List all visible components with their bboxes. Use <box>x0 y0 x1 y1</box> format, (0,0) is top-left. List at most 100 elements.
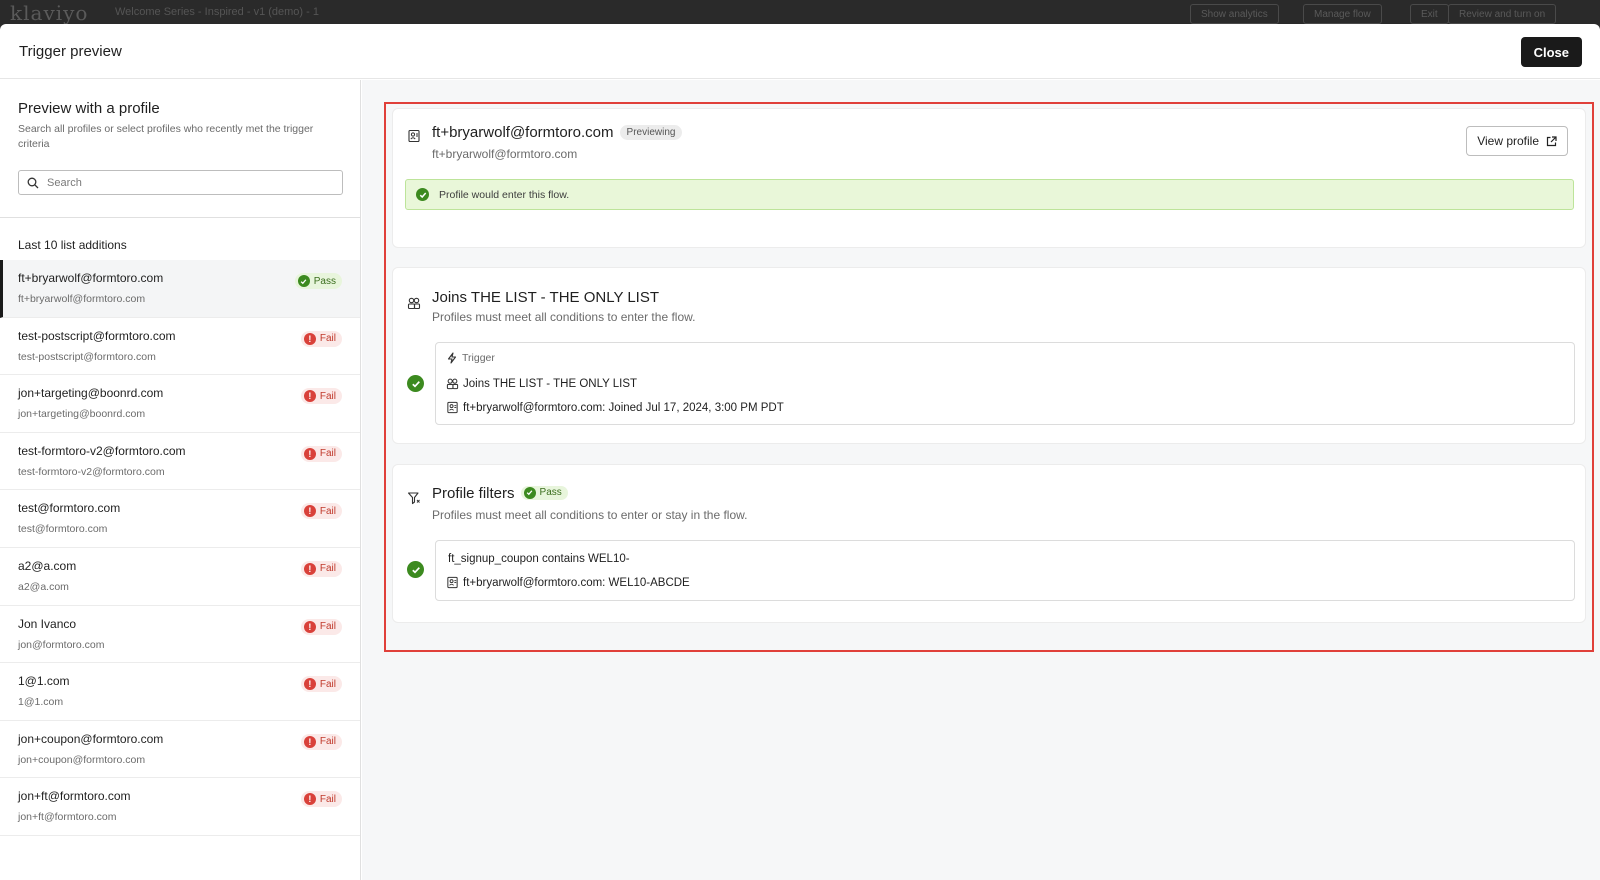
filter-icon <box>407 492 420 505</box>
status-text: Fail <box>319 563 336 575</box>
profile-filters-card: Profile filters Pass Profiles must meet a… <box>392 464 1586 623</box>
trigger-detail-row: ft+bryarwolf@formtoro.com: Joined Jul 17… <box>446 401 784 414</box>
review-turn-on-button: Review and turn on <box>1448 4 1557 24</box>
profile-list-item[interactable]: 1@1.com 1@1.com! Fail <box>0 663 360 721</box>
profile-email: test-formtoro-v2@formtoro.com <box>18 465 165 478</box>
search-input[interactable] <box>47 176 327 189</box>
profile-list-item[interactable]: test@formtoro.com test@formtoro.com! Fail <box>0 490 360 548</box>
status-badge: ! Fail <box>300 733 342 750</box>
profile-name: jon+ft@formtoro.com <box>18 789 131 804</box>
list-group-icon <box>446 378 459 390</box>
profile-email: jon+targeting@boonrd.com <box>18 408 146 421</box>
profile-email: jon@formtoro.com <box>18 638 105 651</box>
close-button[interactable]: Close <box>1520 37 1582 67</box>
app-logo: klaviyo <box>10 1 89 25</box>
list-additions-title: Last 10 list additions <box>18 238 127 252</box>
list-group-icon <box>407 297 421 310</box>
success-message: Profile would enter this flow. <box>439 188 570 201</box>
trigger-name: Joins THE LIST - THE ONLY LIST <box>463 377 638 390</box>
profile-email: test@formtoro.com <box>18 523 108 536</box>
profile-name: a2@a.com <box>18 558 77 573</box>
status-badge: ! Fail <box>300 676 342 693</box>
profile-list-item[interactable]: test-postscript@formtoro.com test-postscr… <box>0 318 360 376</box>
preview-profile-name: ft+bryarwolf@formtoro.com Previewing <box>432 124 683 141</box>
profile-email: 1@1.com <box>18 696 64 709</box>
trigger-card: Joins THE LIST - THE ONLY LIST Profiles … <box>392 267 1586 444</box>
trigger-detail-box: Trigger Joins THE LIST - THE ONLY LIST f… <box>435 342 1575 425</box>
profile-picker-subtitle: Search all profiles or select profiles w… <box>18 123 314 150</box>
profile-name: test-postscript@formtoro.com <box>18 328 176 343</box>
status-badge: ! Fail <box>300 791 342 808</box>
profile-email: test-postscript@formtoro.com <box>18 350 156 363</box>
profile-list-item[interactable]: ft+bryarwolf@formtoro.com ft+bryarwolf@fo… <box>0 260 360 318</box>
alert-circle-icon: ! <box>303 620 316 633</box>
view-profile-button[interactable]: View profile <box>1466 126 1568 156</box>
alert-circle-icon: ! <box>303 562 316 575</box>
profile-card: ft+bryarwolf@formtoro.com Previewing ft+b… <box>392 108 1586 248</box>
preview-pane: ft+bryarwolf@formtoro.com Previewing ft+b… <box>362 80 1600 880</box>
status-text: Fail <box>319 505 336 517</box>
profile-card-icon <box>408 129 420 143</box>
status-text: Pass <box>313 275 336 287</box>
status-badge: ! Fail <box>300 560 342 577</box>
filters-status-badge: Pass <box>520 485 568 500</box>
status-text: Fail <box>319 621 336 633</box>
profile-list: ft+bryarwolf@formtoro.com ft+bryarwolf@fo… <box>0 260 360 836</box>
profile-card-icon <box>447 401 458 414</box>
filters-title: Profile filters Pass <box>432 485 568 502</box>
filter-detail-box: ft_signup_coupon contains WEL10- ft+brya… <box>435 540 1575 601</box>
status-text: Fail <box>319 793 336 805</box>
check-circle-icon <box>416 188 429 201</box>
alert-circle-icon: ! <box>303 390 316 403</box>
profile-picker-header: Preview with a profile Search all profil… <box>0 80 360 218</box>
show-analytics-button: Show analytics <box>1190 4 1279 24</box>
status-badge: ! Fail <box>300 388 342 405</box>
modal-title: Trigger preview <box>19 43 122 60</box>
filter-detail: ft+bryarwolf@formtoro.com: WEL10-ABCDE <box>463 576 690 589</box>
profile-email: jon+ft@formtoro.com <box>18 811 117 824</box>
profile-list-item[interactable]: jon+targeting@boonrd.com jon+targeting@bo… <box>0 375 360 433</box>
search-box[interactable] <box>18 170 343 195</box>
status-badge: ! Fail <box>300 503 342 520</box>
previewing-tag: Previewing <box>619 125 683 140</box>
profile-email: ft+bryarwolf@formtoro.com <box>18 293 146 305</box>
trigger-section-title: Joins THE LIST - THE ONLY LIST <box>432 289 660 306</box>
exit-button: Exit <box>1410 4 1449 24</box>
profile-name: test-formtoro-v2@formtoro.com <box>18 443 186 458</box>
flow-title: Welcome Series - Inspired - v1 (demo) - … <box>115 6 319 18</box>
status-badge: ! Fail <box>300 330 342 347</box>
success-banner: Profile would enter this flow. <box>405 179 1574 210</box>
background-app-bar: klaviyo Welcome Series - Inspired - v1 (… <box>0 0 1600 25</box>
profile-name: 1@1.com <box>18 674 70 689</box>
profile-list-item[interactable]: a2@a.com a2@a.com! Fail <box>0 548 360 606</box>
check-circle-icon <box>297 275 310 287</box>
trigger-label-row: Trigger <box>446 352 495 364</box>
profile-list-item[interactable]: test-formtoro-v2@formtoro.com test-formto… <box>0 433 360 491</box>
external-link-icon <box>1546 135 1557 146</box>
alert-circle-icon: ! <box>303 505 316 518</box>
manage-flow-button: Manage flow <box>1303 4 1382 24</box>
check-circle-icon <box>523 486 536 499</box>
profile-list-item[interactable]: jon+ft@formtoro.com jon+ft@formtoro.com ! F… <box>0 778 360 836</box>
status-badge: ! Fail <box>300 445 342 462</box>
status-text: Fail <box>319 736 336 748</box>
view-profile-label: View profile <box>1477 134 1539 148</box>
alert-circle-icon: ! <box>303 447 316 460</box>
profile-list-item[interactable]: jon+coupon@formtoro.com jon+coupon@formto… <box>0 721 360 779</box>
filter-detail-row: ft+bryarwolf@formtoro.com: WEL10-ABCDE <box>446 576 690 589</box>
profile-list-item[interactable]: Jon Ivanco jon@formtoro.com! Fail <box>0 606 360 664</box>
trigger-check-icon <box>407 375 424 392</box>
alert-circle-icon: ! <box>303 332 316 345</box>
filters-subtitle: Profiles must meet all conditions to ent… <box>432 508 748 522</box>
profile-picker-pane: Preview with a profile Search all profil… <box>0 80 361 880</box>
status-text: Fail <box>319 448 336 460</box>
filter-check-icon <box>407 561 424 578</box>
filters-status-text: Pass <box>539 487 562 498</box>
trigger-preview-modal: Trigger preview Close Preview with a pro… <box>0 24 1600 880</box>
status-text: Fail <box>319 678 336 690</box>
alert-circle-icon: ! <box>303 678 316 691</box>
trigger-section-subtitle: Profiles must meet all conditions to ent… <box>432 310 696 324</box>
status-text: Fail <box>319 390 336 402</box>
status-badge: Pass <box>294 273 342 289</box>
preview-profile-email: ft+bryarwolf@formtoro.com <box>432 147 578 161</box>
